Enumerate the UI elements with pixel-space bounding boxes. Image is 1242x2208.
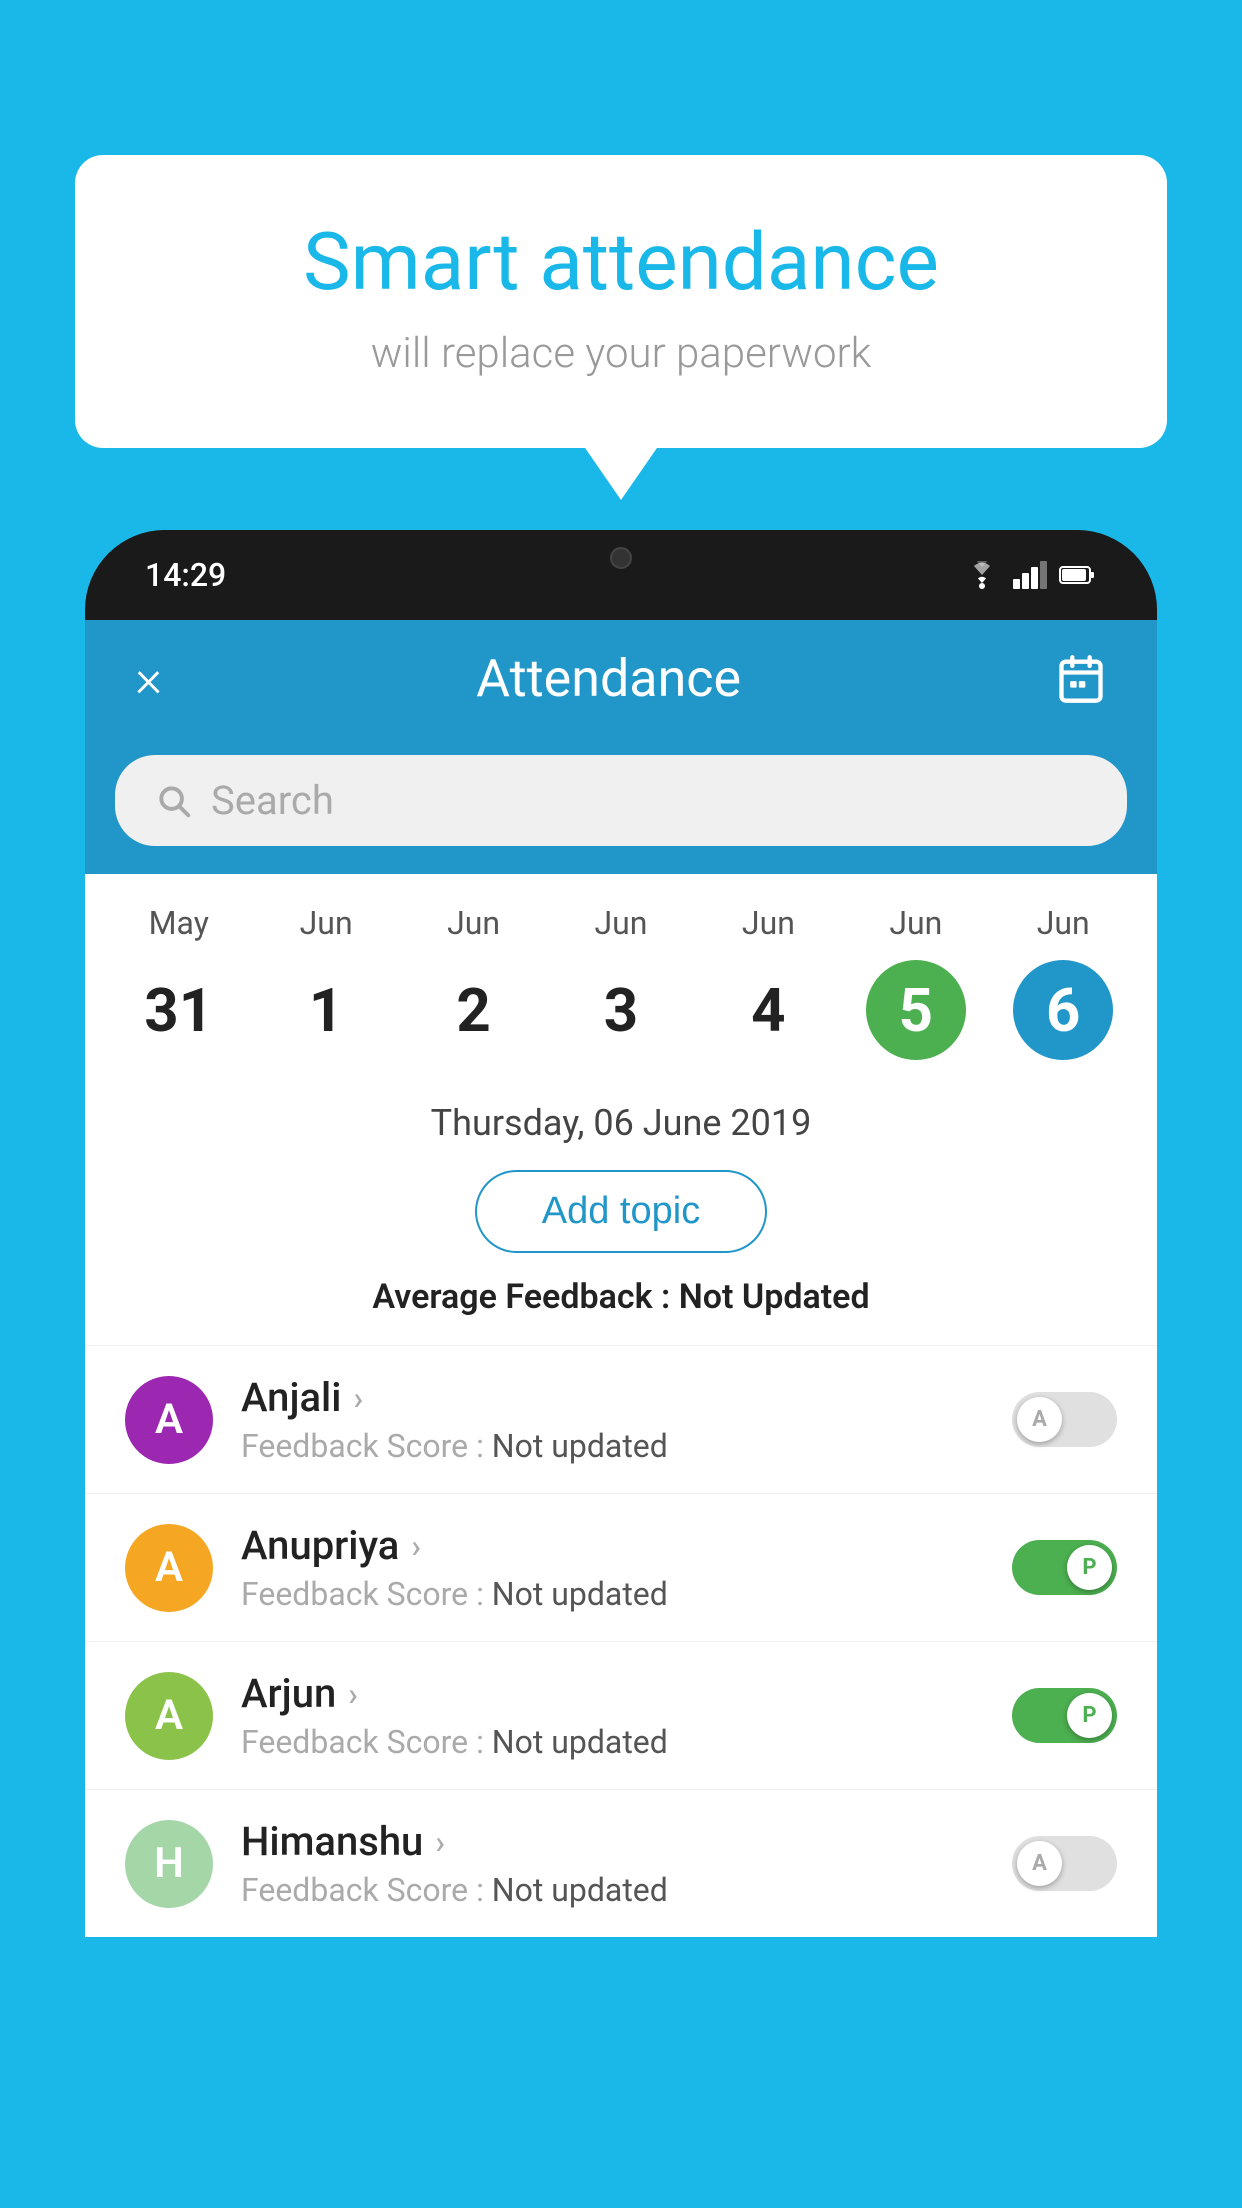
student-info: Anjali › Feedback Score : Not updated: [241, 1374, 984, 1465]
student-name[interactable]: Anupriya ›: [241, 1522, 984, 1569]
front-camera: [610, 547, 632, 569]
search-bar[interactable]: Search: [115, 755, 1127, 846]
student-avatar: H: [125, 1820, 213, 1908]
feedback-value: Not updated: [492, 1723, 668, 1761]
search-placeholder: Search: [211, 777, 334, 824]
status-time: 14:29: [145, 556, 226, 594]
signal-icon: [1013, 561, 1047, 589]
student-item[interactable]: A Anjali › Feedback Score : Not updated A: [85, 1345, 1157, 1493]
chevron-right-icon: ›: [411, 1527, 421, 1565]
wifi-icon: [963, 561, 1001, 589]
feedback-value: Not updated: [492, 1427, 668, 1465]
avg-feedback-label: Average Feedback :: [372, 1277, 678, 1317]
student-avatar: A: [125, 1672, 213, 1760]
chevron-right-icon: ›: [353, 1379, 363, 1417]
student-info: Arjun › Feedback Score : Not updated: [241, 1670, 984, 1761]
status-icons: [963, 561, 1097, 589]
student-feedback: Feedback Score : Not updated: [241, 1871, 984, 1909]
cal-month-label: Jun: [300, 904, 353, 942]
attendance-toggle[interactable]: P: [1012, 1540, 1117, 1595]
student-info: Himanshu › Feedback Score : Not updated: [241, 1818, 984, 1909]
toggle-switch[interactable]: A: [1012, 1392, 1117, 1447]
add-topic-button[interactable]: Add topic: [475, 1170, 767, 1253]
student-name[interactable]: Anjali ›: [241, 1374, 984, 1421]
cal-month-label: Jun: [594, 904, 647, 942]
toggle-switch[interactable]: P: [1012, 1688, 1117, 1743]
add-topic-container: Add topic: [85, 1160, 1157, 1277]
battery-icon: [1059, 564, 1097, 586]
calendar-day-6[interactable]: Jun 6: [998, 904, 1128, 1060]
cal-date-number: 1: [276, 960, 376, 1060]
speech-bubble: Smart attendance will replace your paper…: [75, 155, 1167, 448]
student-avatar: A: [125, 1376, 213, 1464]
app-header: × Attendance: [85, 620, 1157, 737]
toggle-switch[interactable]: A: [1012, 1836, 1117, 1891]
phone-frame: 14:29: [85, 530, 1157, 1937]
calendar-day-4[interactable]: Jun 4: [703, 904, 833, 1060]
student-feedback: Feedback Score : Not updated: [241, 1723, 984, 1761]
student-name[interactable]: Himanshu ›: [241, 1818, 984, 1865]
attendance-toggle[interactable]: A: [1012, 1392, 1117, 1447]
toggle-knob: A: [1017, 1841, 1062, 1886]
calendar-strip: May 31 Jun 1 Jun 2 Jun 3 Jun 4 Jun 5 Jun 6: [85, 874, 1157, 1080]
avg-feedback-value: Not Updated: [679, 1277, 870, 1317]
feedback-value: Not updated: [492, 1575, 668, 1613]
calendar-day-3[interactable]: Jun 3: [556, 904, 686, 1060]
cal-date-number: 5: [866, 960, 966, 1060]
app-screen: × Attendance Search: [85, 620, 1157, 1937]
cal-month-label: Jun: [447, 904, 500, 942]
calendar-day-0[interactable]: May 31: [114, 904, 244, 1060]
calendar-day-2[interactable]: Jun 2: [409, 904, 539, 1060]
student-list: AAnjali ›Feedback Score : Not updatedAAA…: [85, 1345, 1157, 1937]
calendar-day-5[interactable]: Jun 5: [851, 904, 981, 1060]
avg-feedback: Average Feedback : Not Updated: [85, 1277, 1157, 1345]
chevron-right-icon: ›: [348, 1675, 358, 1713]
cal-month-label: Jun: [1037, 904, 1090, 942]
phone-status-bar: 14:29: [85, 530, 1157, 620]
speech-bubble-subtitle: will replace your paperwork: [155, 329, 1087, 378]
close-button[interactable]: ×: [135, 648, 162, 709]
cal-month-label: Jun: [742, 904, 795, 942]
student-item[interactable]: A Anupriya › Feedback Score : Not updated P: [85, 1493, 1157, 1641]
cal-date-number: 3: [571, 960, 671, 1060]
cal-month-label: May: [149, 904, 209, 942]
calendar-header-icon[interactable]: [1055, 653, 1107, 705]
toggle-switch[interactable]: P: [1012, 1540, 1117, 1595]
toggle-knob: P: [1067, 1545, 1112, 1590]
student-feedback: Feedback Score : Not updated: [241, 1575, 984, 1613]
cal-month-label: Jun: [889, 904, 942, 942]
cal-date-number: 31: [129, 960, 229, 1060]
calendar-day-1[interactable]: Jun 1: [261, 904, 391, 1060]
phone-container: 14:29: [85, 530, 1157, 2208]
selected-date-display: Thursday, 06 June 2019: [85, 1080, 1157, 1160]
toggle-knob: A: [1017, 1397, 1062, 1442]
student-avatar: A: [125, 1524, 213, 1612]
attendance-toggle[interactable]: P: [1012, 1688, 1117, 1743]
search-bar-container: Search: [85, 737, 1157, 874]
chevron-right-icon: ›: [435, 1823, 445, 1861]
cal-date-number: 6: [1013, 960, 1113, 1060]
student-item[interactable]: H Himanshu › Feedback Score : Not updated A: [85, 1789, 1157, 1937]
student-feedback: Feedback Score : Not updated: [241, 1427, 984, 1465]
attendance-toggle[interactable]: A: [1012, 1836, 1117, 1891]
cal-date-number: 2: [424, 960, 524, 1060]
phone-notch: [561, 530, 681, 585]
student-item[interactable]: A Arjun › Feedback Score : Not updated P: [85, 1641, 1157, 1789]
speech-bubble-title: Smart attendance: [155, 215, 1087, 309]
student-info: Anupriya › Feedback Score : Not updated: [241, 1522, 984, 1613]
feedback-value: Not updated: [492, 1871, 668, 1909]
speech-bubble-container: Smart attendance will replace your paper…: [75, 155, 1167, 448]
cal-date-number: 4: [718, 960, 818, 1060]
search-icon: [155, 782, 193, 820]
toggle-knob: P: [1067, 1693, 1112, 1738]
app-title: Attendance: [476, 648, 741, 709]
student-name[interactable]: Arjun ›: [241, 1670, 984, 1717]
